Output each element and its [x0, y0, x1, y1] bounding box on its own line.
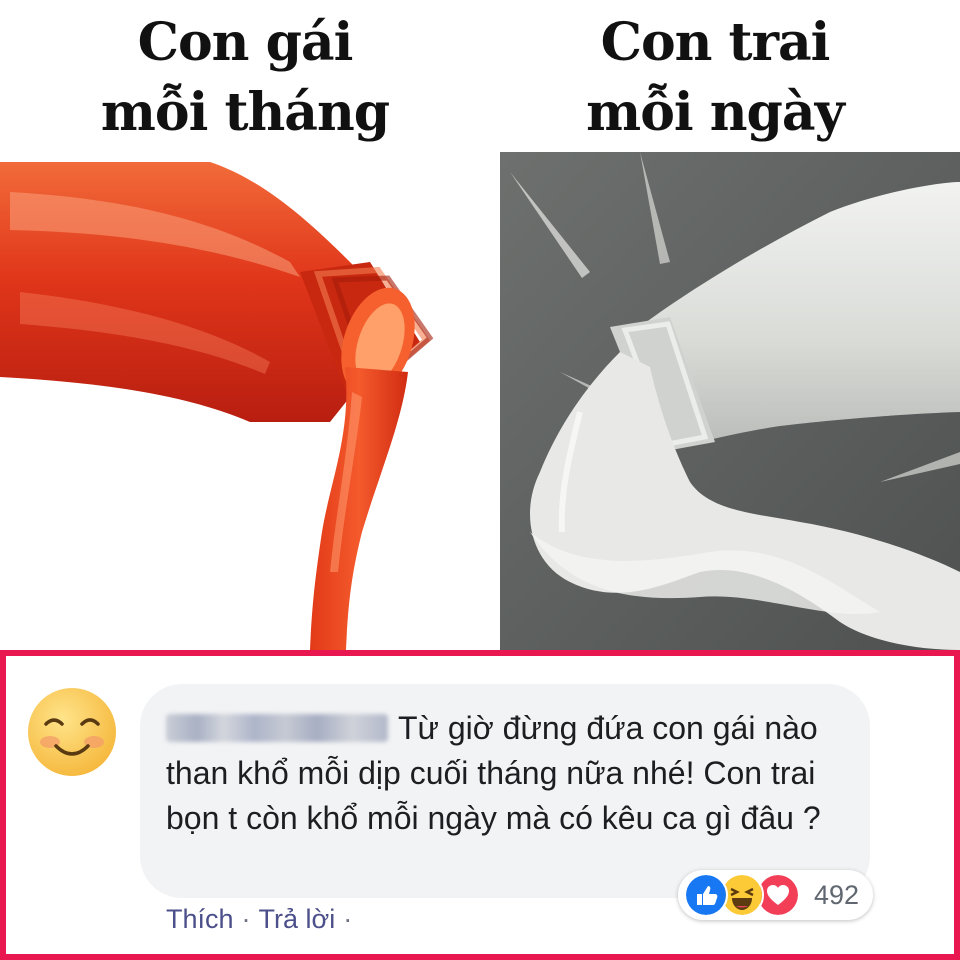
commenter-name-blurred[interactable]: [166, 714, 388, 742]
like-link[interactable]: Thích: [166, 904, 234, 934]
ketchup-illustration: [0, 152, 496, 650]
caption-left-line2: mỗi tháng: [100, 82, 390, 143]
milk-image: [500, 152, 960, 650]
like-reaction-icon: [684, 873, 728, 917]
caption-left-line1: Con gái: [137, 12, 354, 73]
comment-body: Từ giờ đừng đứa con gái nào than khổ mỗi…: [166, 706, 844, 841]
action-separator: ·: [241, 904, 251, 934]
ketchup-image: [0, 152, 496, 650]
smiling-face-icon: [28, 688, 116, 776]
caption-right-line1: Con trai: [600, 12, 831, 73]
comment-bubble: Từ giờ đừng đứa con gái nào than khổ mỗi…: [140, 684, 870, 898]
comment-actions: Thích · Trả lời ·: [166, 904, 360, 935]
caption-left: Con gái mỗi tháng: [10, 8, 480, 148]
action-separator-trailing: ·: [343, 904, 353, 934]
comment-section: Từ giờ đừng đứa con gái nào than khổ mỗi…: [0, 650, 960, 960]
reaction-count: 492: [814, 879, 860, 910]
caption-right: Con trai mỗi ngày: [480, 8, 950, 148]
caption-right-line2: mỗi ngày: [586, 82, 845, 143]
reply-link[interactable]: Trả lời: [259, 904, 336, 934]
milk-illustration: [500, 152, 960, 650]
reactions-summary[interactable]: 492: [678, 870, 874, 920]
